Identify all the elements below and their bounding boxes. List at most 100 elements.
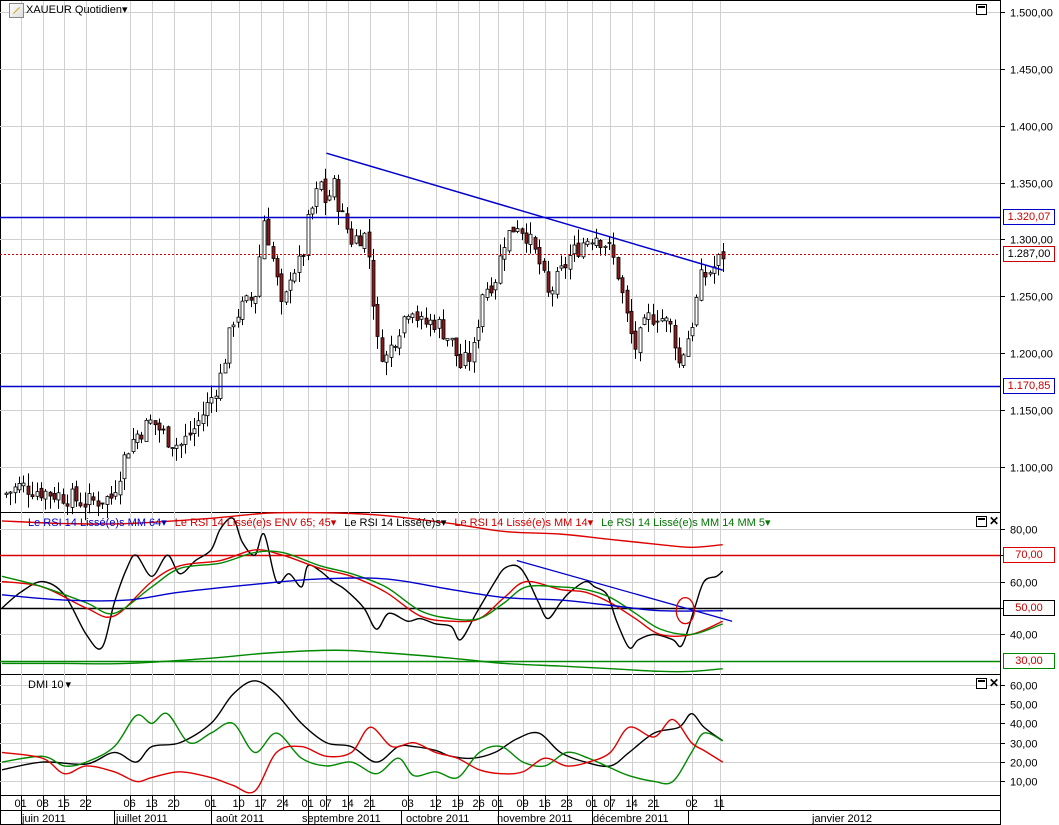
chart-app-icon	[9, 3, 24, 18]
x-tick-label: 20	[168, 798, 180, 810]
y-tick-label: 80,00	[1010, 525, 1038, 537]
candle-body	[367, 231, 372, 258]
month-label: décembre 2011	[593, 813, 669, 825]
dmi-pane-title[interactable]: DMI 10 ▾	[28, 678, 79, 691]
candle-body	[35, 491, 40, 497]
candle-body	[327, 195, 332, 201]
candle-body	[472, 341, 477, 363]
candle-body	[419, 316, 424, 320]
x-tick-label: 13	[146, 798, 158, 810]
candle-body	[310, 207, 315, 215]
last-price-tag: 1.287,00	[1003, 246, 1055, 262]
candle-body	[467, 352, 472, 362]
rsi-legend-item[interactable]: Le RSI 14 Lissé(e)s ENV 65; 45▾	[175, 517, 336, 529]
candle-body	[56, 492, 61, 501]
main-pane-title[interactable]: XAUEUR Quotidien▾	[26, 3, 128, 16]
x-tick-label: 26	[473, 798, 485, 810]
candle-body	[74, 486, 79, 502]
candle-body	[188, 432, 193, 436]
candle-body	[297, 255, 302, 273]
candle-body	[563, 264, 568, 269]
candle-body	[52, 493, 57, 500]
main-minimize-button[interactable]	[976, 4, 987, 15]
rsi-legend-item[interactable]: Le RSI 14 Lissé(e)s MM 14 MM 5▾	[601, 517, 770, 529]
dmi-minimize-button[interactable]	[976, 678, 987, 689]
chart-canvas: 1.100,00 1.150,00 1.200,00 1.250,00 1.300,00…	[0, 0, 1053, 825]
candle-body	[664, 317, 669, 322]
x-tick-label: 01	[205, 798, 217, 810]
candle-body	[61, 494, 66, 504]
dmi-layer	[1, 680, 724, 794]
chevron-down-icon[interactable]: ▾	[122, 4, 128, 16]
candle-body	[463, 352, 468, 367]
candle-body	[306, 214, 311, 256]
y-tick-label: 40,00	[1010, 630, 1038, 642]
candle-body	[651, 314, 656, 325]
candle-body	[646, 312, 651, 320]
x-tick-label: 12	[430, 798, 442, 810]
candle-body	[96, 500, 101, 507]
candle-body	[262, 220, 267, 260]
month-label: octobre 2011	[406, 813, 469, 825]
rsi-legend-item[interactable]: Le RSI 14 Lissé(e)s MM 64▾	[28, 517, 167, 529]
candle-body	[319, 181, 324, 190]
rsi-legend-item[interactable]: Le RSI 14 Lissé(e)s▾	[344, 517, 446, 529]
candle-body	[21, 482, 26, 487]
candle-body	[721, 251, 726, 260]
candle-body	[126, 453, 131, 459]
candle-body	[83, 503, 88, 508]
candle-body	[415, 311, 420, 321]
candle-body	[410, 313, 415, 318]
candle-body	[201, 414, 206, 425]
x-tick-label: 11	[714, 798, 725, 810]
y-tick-label: 1.250,00	[1010, 292, 1053, 304]
dmi-close-icon[interactable]: ✕	[989, 677, 999, 689]
candle-body	[174, 444, 179, 449]
candle-body	[498, 255, 503, 284]
x-tick-label: 24	[277, 798, 289, 810]
candle-body	[480, 294, 485, 327]
month-label: août 2011	[216, 813, 264, 825]
candle-body	[633, 330, 638, 350]
candle-body	[450, 337, 455, 341]
x-tick-label: 22	[80, 798, 92, 810]
y-tick-label: 40,00	[1010, 719, 1038, 731]
x-tick-label: 01	[15, 798, 27, 810]
candle-body	[511, 226, 516, 233]
rsi-close-icon[interactable]: ✕	[989, 515, 999, 527]
candle-body	[161, 428, 166, 431]
candle-body	[520, 228, 525, 234]
candle-body	[209, 397, 214, 404]
candle-body	[507, 230, 512, 252]
candle-body	[476, 327, 481, 341]
candle-body	[113, 492, 118, 497]
candle-body	[625, 289, 630, 314]
candle-body	[332, 178, 337, 198]
candle-body	[708, 272, 713, 275]
rsi-minimize-button[interactable]	[976, 516, 987, 527]
x-tick-label: 07	[320, 798, 332, 810]
x-tick-label: 08	[37, 798, 49, 810]
price-layer	[0, 152, 1000, 521]
candle-body	[686, 338, 691, 357]
candle-body	[629, 310, 634, 335]
candle-body	[607, 242, 612, 244]
candle-body	[616, 257, 621, 280]
candle-body	[179, 443, 184, 447]
candle-body	[585, 240, 590, 246]
y-tick-label: 1.100,00	[1010, 463, 1053, 475]
candle-body	[590, 242, 595, 245]
candle-body	[393, 345, 398, 348]
candle-body	[402, 316, 407, 334]
y-tick-label: 1.350,00	[1010, 179, 1053, 191]
rsi-legend-item[interactable]: Le RSI 14 Lissé(e)s MM 14▾	[454, 517, 593, 529]
axis-layer: 1.100,00 1.150,00 1.200,00 1.250,00 1.300,00…	[15, 8, 1053, 825]
candle-body	[550, 290, 555, 295]
candle-body	[253, 296, 258, 304]
candle-body	[638, 327, 643, 354]
chevron-down-icon[interactable]: ▾	[65, 679, 71, 691]
candle-body	[144, 419, 149, 442]
candle-body	[26, 485, 31, 495]
candle-body	[279, 273, 284, 302]
resistance-price-tag: 1.320,07	[1003, 209, 1055, 225]
